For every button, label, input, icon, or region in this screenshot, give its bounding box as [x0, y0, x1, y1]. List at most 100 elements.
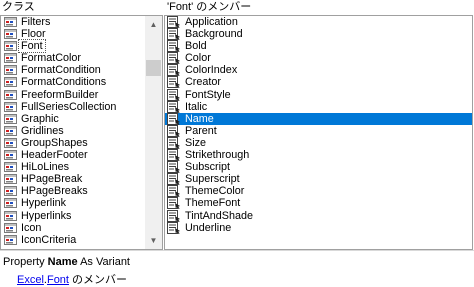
member-item-background[interactable]: Background [165, 28, 472, 41]
property-icon [167, 197, 181, 210]
class-icon [4, 89, 17, 100]
classes-scrollbar[interactable]: ▲ ▼ [145, 16, 162, 249]
member-item-underline[interactable]: Underline [165, 221, 472, 234]
item-label: FormatCondition [21, 64, 101, 77]
property-icon [167, 136, 181, 149]
class-item-graphic[interactable]: Graphic [1, 113, 145, 125]
member-item-themecolor[interactable]: ThemeColor [165, 185, 472, 198]
item-label: FormatConditions [21, 76, 107, 89]
class-item-hpagebreaks[interactable]: HPageBreaks [1, 185, 145, 197]
scroll-thumb[interactable] [146, 60, 161, 76]
property-icon [167, 185, 181, 198]
class-icon [4, 65, 17, 76]
member-item-subscript[interactable]: Subscript [165, 161, 472, 174]
member-item-application[interactable]: Application [165, 16, 472, 28]
item-label: Creator [185, 76, 222, 89]
class-item-hpagebreak[interactable]: HPageBreak [1, 173, 145, 185]
member-item-strikethrough[interactable]: Strikethrough [165, 149, 472, 162]
member-item-creator[interactable]: Creator [165, 76, 472, 89]
member-name: Name [47, 256, 78, 268]
item-label: Floor [21, 28, 46, 41]
class-item-headerfooter[interactable]: HeaderFooter [1, 149, 145, 161]
class-item-font[interactable]: Font [1, 39, 145, 54]
property-icon [167, 40, 181, 53]
member-item-themefont[interactable]: ThemeFont [165, 197, 472, 210]
item-label: Underline [185, 221, 232, 234]
class-item-fullseriescollection[interactable]: FullSeriesCollection [1, 101, 145, 113]
item-label: FontStyle [185, 88, 231, 101]
member-item-fontstyle[interactable]: FontStyle [165, 88, 472, 101]
item-label: Font [18, 39, 46, 54]
class-item-formatconditions[interactable]: FormatConditions [1, 76, 145, 88]
member-of-suffix: のメンバー [68, 274, 128, 286]
member-item-superscript[interactable]: Superscript [165, 173, 472, 186]
member-item-tintandshade[interactable]: TintAndShade [165, 209, 472, 222]
item-label: ThemeFont [185, 197, 241, 210]
member-of-line: Excel.Font のメンバー [17, 271, 127, 287]
item-label: Filters [21, 16, 51, 28]
classes-list[interactable]: Filters Floor Font FormatColor FormatConditi… [0, 15, 163, 250]
property-icon [167, 100, 181, 113]
class-icon [4, 198, 17, 209]
property-icon [167, 149, 181, 162]
class-icon [4, 186, 17, 197]
member-item-colorindex[interactable]: ColorIndex [165, 64, 472, 77]
member-item-size[interactable]: Size [165, 136, 472, 149]
property-icon [167, 161, 181, 174]
class-item-hilolines[interactable]: HiLoLines [1, 161, 145, 173]
class-icon [4, 113, 17, 124]
class-item-groupshapes[interactable]: GroupShapes [1, 137, 145, 149]
class-icon [4, 137, 17, 148]
item-label: IconCriteria [21, 233, 77, 246]
member-item-bold[interactable]: Bold [165, 40, 472, 53]
class-item-hyperlinks[interactable]: Hyperlinks [1, 210, 145, 222]
class-icon [4, 162, 17, 173]
item-label: ColorIndex [185, 64, 238, 77]
item-label: Icon [21, 221, 42, 234]
item-label: HeaderFooter [21, 149, 88, 162]
class-icon [4, 101, 17, 112]
class-icon [4, 125, 17, 136]
classes-header: クラス [2, 1, 35, 13]
property-icon [167, 88, 181, 101]
property-icon [167, 173, 181, 186]
class-link[interactable]: Font [47, 274, 69, 286]
class-icon [4, 150, 17, 161]
item-label: Italic [185, 100, 208, 113]
scroll-down-arrow-icon[interactable]: ▼ [145, 232, 162, 249]
member-item-parent[interactable]: Parent [165, 124, 472, 137]
item-label: Application [185, 16, 238, 28]
class-item-formatcondition[interactable]: FormatCondition [1, 64, 145, 76]
class-item-gridlines[interactable]: Gridlines [1, 125, 145, 137]
class-icon [4, 29, 17, 40]
library-link[interactable]: Excel [17, 274, 44, 286]
class-item-formatcolor[interactable]: FormatColor [1, 52, 145, 64]
item-label: HiLoLines [21, 161, 70, 174]
item-label: FullSeriesCollection [21, 100, 117, 113]
scroll-up-arrow-icon[interactable]: ▲ [145, 16, 162, 33]
class-icon [4, 210, 17, 221]
class-item-iconcriteria[interactable]: IconCriteria [1, 234, 145, 246]
property-icon [167, 124, 181, 137]
member-item-name[interactable]: Name [165, 112, 472, 125]
member-item-color[interactable]: Color [165, 52, 472, 65]
item-label: Gridlines [21, 124, 64, 137]
members-rows: Application Background Bold Color ColorIndex… [165, 16, 472, 234]
item-label: Bold [185, 40, 207, 53]
class-icon [4, 41, 17, 52]
class-item-hyperlink[interactable]: Hyperlink [1, 197, 145, 209]
member-item-italic[interactable]: Italic [165, 100, 472, 113]
class-item-freeformbuilder[interactable]: FreeformBuilder [1, 89, 145, 101]
class-item-floor[interactable]: Floor [1, 28, 145, 40]
members-list[interactable]: Application Background Bold Color ColorIndex… [164, 15, 473, 250]
property-icon [167, 64, 181, 77]
property-icon [167, 16, 181, 28]
class-icon [4, 222, 17, 233]
property-icon [167, 221, 181, 234]
item-label: GroupShapes [21, 136, 88, 149]
classes-rows: Filters Floor Font FormatColor FormatConditi… [1, 16, 145, 246]
item-label: Hyperlink [21, 197, 67, 210]
class-item-icon[interactable]: Icon [1, 222, 145, 234]
class-item-filters[interactable]: Filters [1, 16, 145, 28]
property-icon [167, 52, 181, 65]
